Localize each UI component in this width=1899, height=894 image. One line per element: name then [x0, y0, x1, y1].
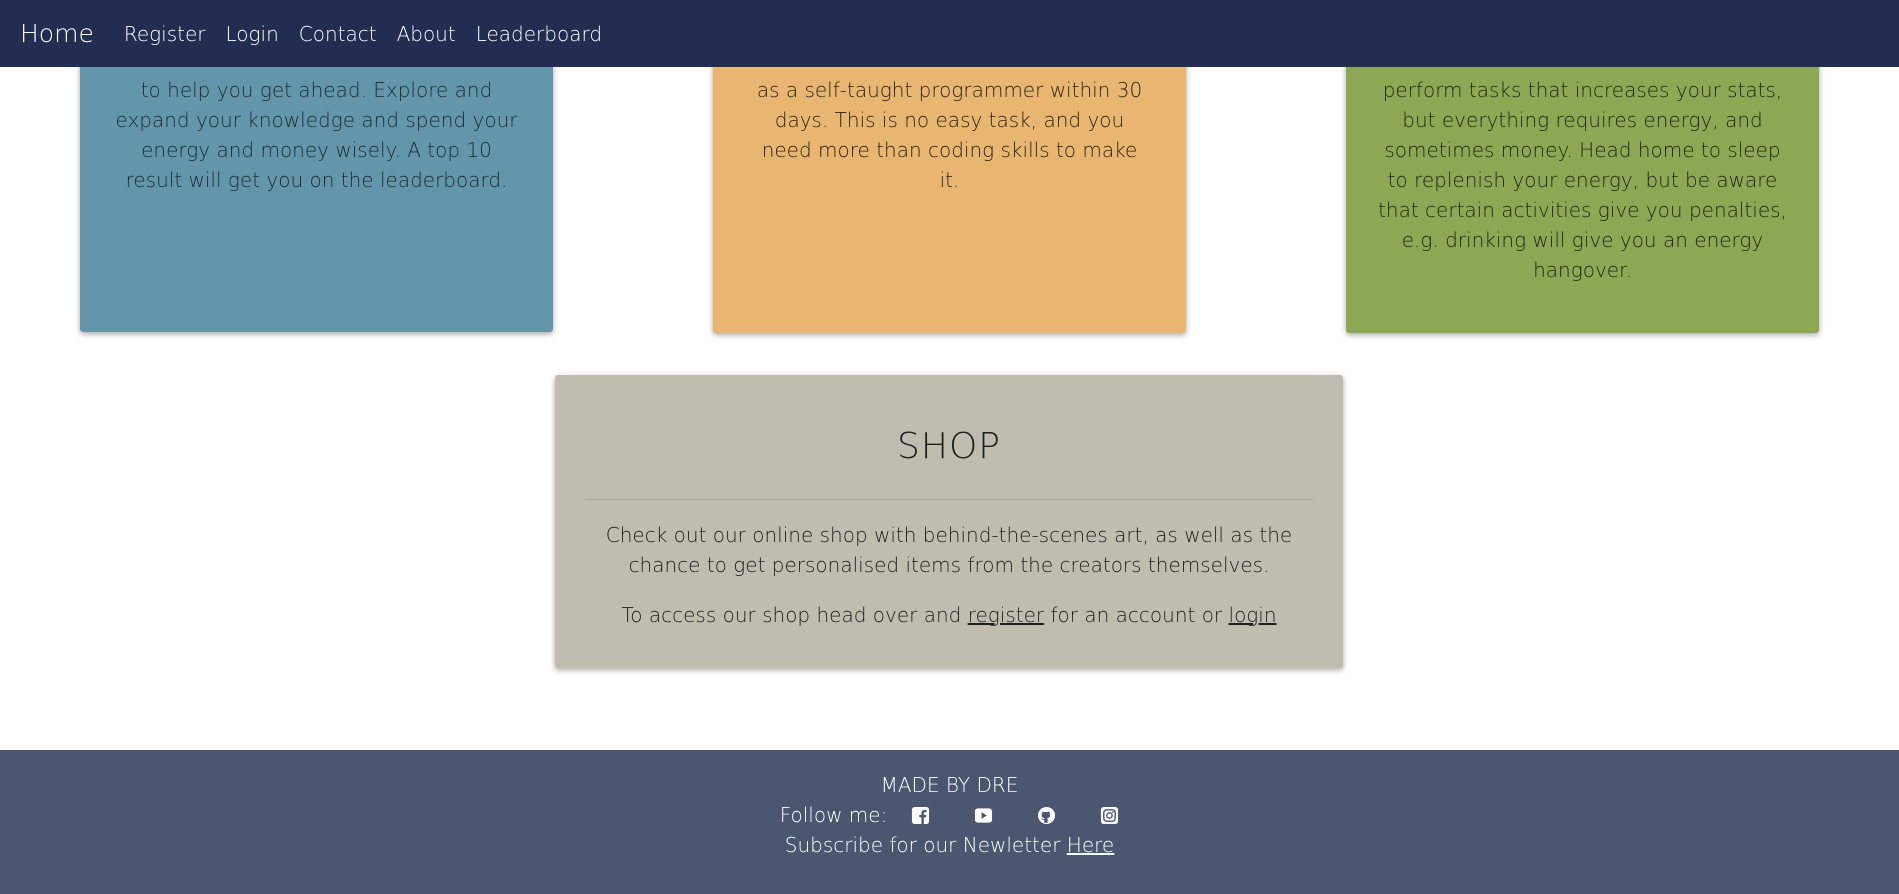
shop-access-text: To access our shop head over and registe… [555, 600, 1343, 630]
info-card-orange-text: as a self-taught programmer within 30 da… [756, 78, 1143, 192]
footer-made-by: MADE BY DRE [880, 773, 1019, 797]
nav-about-link[interactable]: About [397, 22, 456, 46]
info-card-blue-text: to help you get ahead. Explore and expan… [115, 78, 518, 192]
footer-subscribe-link[interactable]: Here [1067, 833, 1114, 857]
nav-leaderboard-link[interactable]: Leaderboard [476, 22, 602, 46]
info-card-green-text: perform tasks that increases your stats,… [1378, 78, 1787, 282]
page-footer: MADE BY DRE Follow me: Subscribe for our… [0, 750, 1899, 894]
shop-description: Check out our online shop with behind-th… [605, 523, 1293, 577]
footer-subscribe-text: Subscribe for our Newletter [784, 833, 1061, 857]
nav-register-link[interactable]: Register [124, 22, 206, 46]
footer-follow-label: Follow me: [779, 803, 888, 827]
nav-contact-link[interactable]: Contact [299, 22, 377, 46]
top-navbar: Home Register Login Contact About Leader… [0, 0, 1899, 67]
nav-login-link[interactable]: Login [225, 22, 278, 46]
shop-divider [585, 499, 1313, 500]
nav-home-link[interactable]: Home [20, 19, 94, 48]
footer-social-row: Follow me: [0, 800, 1899, 830]
shop-login-link[interactable]: login [1229, 603, 1277, 627]
instagram-icon[interactable] [1100, 806, 1119, 825]
shop-register-link[interactable]: register [968, 603, 1044, 627]
shop-access-prefix: To access our shop head over and [621, 603, 962, 627]
shop-card: SHOP Check out our online shop with behi… [555, 375, 1343, 668]
facebook-icon[interactable] [911, 806, 930, 825]
youtube-icon[interactable] [974, 806, 993, 825]
github-icon[interactable] [1037, 806, 1056, 825]
shop-access-middle: for an account or [1050, 603, 1223, 627]
footer-subscribe: Subscribe for our Newletter Here [0, 830, 1899, 860]
shop-title: SHOP [897, 426, 1001, 467]
